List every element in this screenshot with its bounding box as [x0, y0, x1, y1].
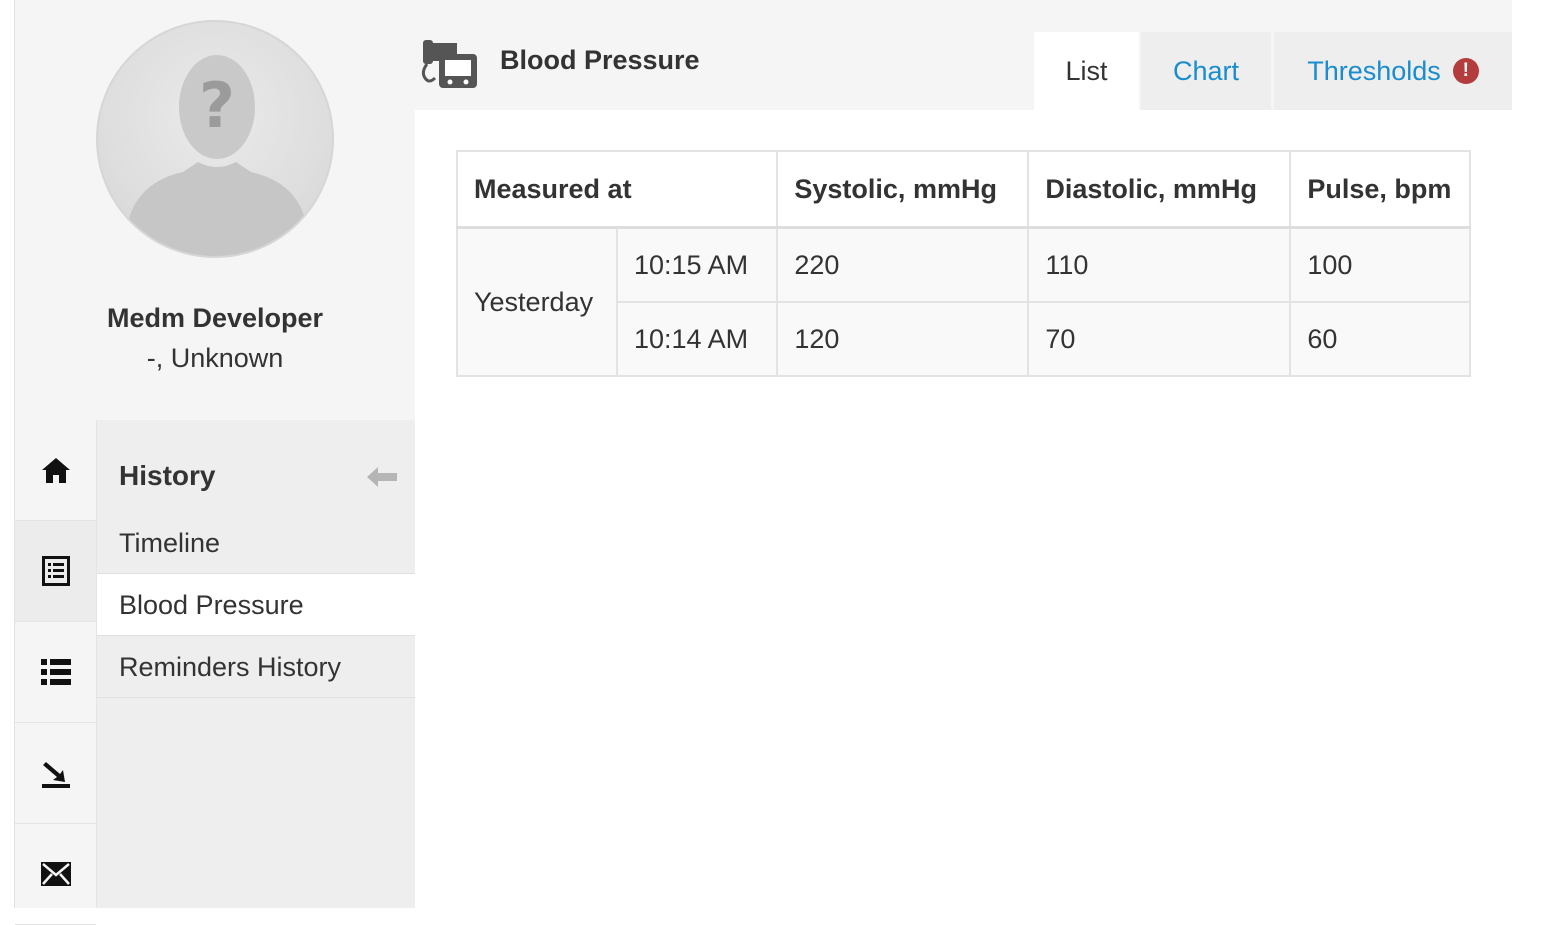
app-window: ? Medm Developer -, Unknown History Time…: [14, 0, 1512, 925]
systolic-cell: 120: [776, 301, 1030, 377]
submenu-heading: History: [119, 460, 216, 491]
tab-chart[interactable]: Chart: [1141, 32, 1271, 110]
export-icon: [41, 762, 70, 788]
column-header-diastolic: Diastolic, mmHg: [1027, 150, 1292, 229]
history-submenu: History Timeline Blood Pressure Reminder…: [96, 420, 415, 908]
collapse-arrow-icon[interactable]: [367, 466, 397, 493]
time-cell: 10:15 AM: [615, 226, 779, 303]
avatar: ?: [96, 20, 334, 258]
column-header-pulse: Pulse, bpm: [1289, 150, 1471, 229]
pulse-cell: 100: [1289, 226, 1471, 303]
time-cell: 10:14 AM: [615, 301, 779, 377]
rail-list[interactable]: [15, 622, 96, 723]
tab-thresholds-label: Thresholds: [1307, 55, 1441, 86]
tab-list[interactable]: List: [1034, 32, 1139, 110]
profile-panel: ? Medm Developer -, Unknown: [15, 0, 415, 420]
blood-pressure-monitor-icon: [419, 38, 479, 95]
tab-chart-label: Chart: [1172, 55, 1240, 86]
diastolic-cell: 70: [1027, 301, 1292, 377]
submenu-item-timeline[interactable]: Timeline: [97, 512, 415, 574]
tab-thresholds[interactable]: Thresholds !: [1274, 32, 1512, 110]
svg-text:?: ?: [199, 69, 235, 142]
pulse-cell: 60: [1289, 301, 1471, 377]
day-cell: Yesterday: [456, 226, 618, 377]
column-header-systolic: Systolic, mmHg: [776, 150, 1030, 229]
alert-icon: !: [1452, 58, 1479, 84]
icon-rail: [15, 420, 96, 925]
diastolic-cell: 110: [1027, 226, 1292, 303]
tab-list-label: List: [1065, 55, 1108, 86]
mail-icon: [40, 862, 71, 886]
column-header-measured-at: Measured at: [455, 150, 779, 229]
list-icon: [40, 659, 71, 685]
systolic-cell: 220: [776, 226, 1030, 303]
rail-export[interactable]: [15, 723, 96, 824]
main-panel: Blood Pressure List Chart Thresholds ! M…: [415, 0, 1512, 908]
table-row: Yesterday 10:15 AM 220 110 100: [456, 226, 1471, 377]
table-header-row: Measured at Systolic, mmHg Diastolic, mm…: [455, 150, 1471, 229]
blood-pressure-table: Measured at Systolic, mmHg Diastolic, mm…: [455, 150, 1471, 377]
submenu-item-blood-pressure[interactable]: Blood Pressure: [97, 574, 415, 636]
home-icon: [41, 458, 70, 483]
rail-history[interactable]: [15, 521, 96, 622]
unknown-user-icon: ?: [128, 55, 306, 256]
rail-mail[interactable]: [15, 824, 96, 925]
profile-name: Medm Developer: [106, 303, 324, 333]
page-header: Blood Pressure List Chart Thresholds !: [415, 0, 1512, 110]
content-area: Measured at Systolic, mmHg Diastolic, mm…: [415, 110, 1512, 908]
rail-home[interactable]: [15, 420, 96, 521]
submenu-item-reminders-history[interactable]: Reminders History: [97, 636, 415, 698]
history-icon: [41, 556, 70, 586]
page-title: Blood Pressure: [500, 45, 700, 75]
profile-subtitle: -, Unknown: [146, 343, 284, 373]
